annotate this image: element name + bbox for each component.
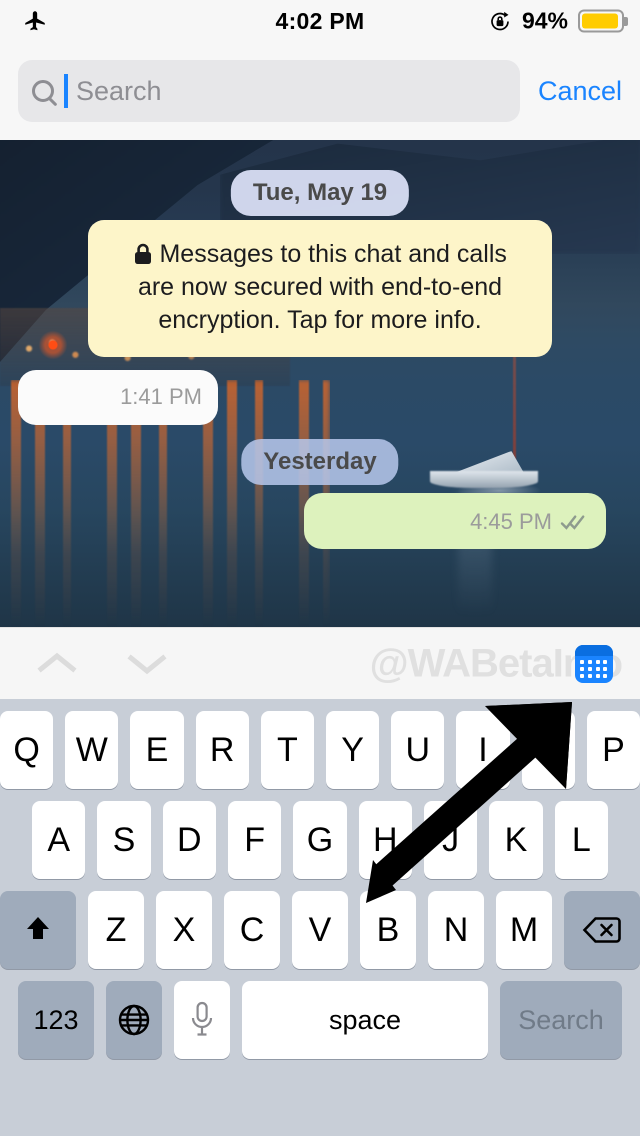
message-bubble-incoming[interactable]: 1:41 PM <box>18 370 218 425</box>
message-timestamp: 4:45 PM <box>470 509 552 534</box>
key-k[interactable]: K <box>489 801 543 879</box>
chat-conversation-area: Tue, May 19 Messages to this chat and ca… <box>0 140 640 627</box>
key-s[interactable]: S <box>97 801 151 879</box>
search-return-key[interactable]: Search <box>500 981 622 1059</box>
encryption-notice[interactable]: Messages to this chat and calls are now … <box>88 220 552 357</box>
calendar-icon[interactable] <box>575 644 613 683</box>
key-v[interactable]: V <box>292 891 348 969</box>
key-e[interactable]: E <box>130 711 184 789</box>
key-a[interactable]: A <box>32 801 86 879</box>
key-c[interactable]: C <box>224 891 280 969</box>
keyboard-row-2: ASDFGHJKL <box>0 801 640 879</box>
lock-icon <box>133 241 159 267</box>
key-x[interactable]: X <box>156 891 212 969</box>
key-i[interactable]: I <box>456 711 510 789</box>
read-receipt-double-check-icon <box>560 513 588 531</box>
cancel-button[interactable]: Cancel <box>534 76 622 107</box>
wallpaper-beacon-light <box>36 328 70 362</box>
key-f[interactable]: F <box>228 801 282 879</box>
keyboard-row-1: QWERTYUIOP <box>0 711 640 789</box>
key-p[interactable]: P <box>586 711 640 789</box>
key-r[interactable]: R <box>195 711 249 789</box>
key-q[interactable]: Q <box>0 711 54 789</box>
date-divider: Tue, May 19 <box>230 170 410 216</box>
key-l[interactable]: L <box>554 801 608 879</box>
rotation-lock-icon <box>488 9 512 33</box>
phone-screen: 4:02 PM 94% Search Cancel Tue, May 19 Me… <box>0 0 640 1136</box>
space-key[interactable]: space <box>242 981 488 1059</box>
numbers-key[interactable]: 123 <box>18 981 94 1059</box>
key-h[interactable]: H <box>358 801 412 879</box>
search-previous-result-button[interactable] <box>28 635 86 693</box>
key-y[interactable]: Y <box>326 711 380 789</box>
key-o[interactable]: O <box>521 711 575 789</box>
key-g[interactable]: G <box>293 801 347 879</box>
key-t[interactable]: T <box>260 711 314 789</box>
backspace-key[interactable] <box>564 891 640 969</box>
key-d[interactable]: D <box>162 801 216 879</box>
encryption-notice-text: Messages to this chat and calls are now … <box>137 240 507 334</box>
key-w[interactable]: W <box>65 711 119 789</box>
key-z[interactable]: Z <box>88 891 144 969</box>
key-m[interactable]: M <box>496 891 552 969</box>
keyboard-row-4: 123 space Search <box>0 981 640 1059</box>
text-cursor <box>64 74 68 108</box>
key-n[interactable]: N <box>428 891 484 969</box>
search-input[interactable]: Search <box>18 60 520 122</box>
key-u[interactable]: U <box>391 711 445 789</box>
search-placeholder: Search <box>76 75 162 106</box>
message-bubble-outgoing[interactable]: 4:45 PM <box>304 493 606 549</box>
status-bar-right: 94% <box>488 8 624 35</box>
key-j[interactable]: J <box>423 801 478 879</box>
globe-icon[interactable] <box>106 981 162 1059</box>
search-icon <box>32 80 54 102</box>
on-screen-keyboard: QWERTYUIOP ASDFGHJKL ZXCVBNM 123 space S… <box>0 699 640 1136</box>
search-bar: Search Cancel <box>0 42 640 140</box>
status-bar: 4:02 PM 94% <box>0 0 640 42</box>
shift-key[interactable] <box>0 891 76 969</box>
keyboard-row-3: ZXCVBNM <box>0 891 640 969</box>
battery-percent: 94% <box>521 7 568 34</box>
key-b[interactable]: B <box>360 891 416 969</box>
keyboard-accessory-toolbar: @WABetaInfo <box>0 627 640 699</box>
message-timestamp: 1:41 PM <box>120 384 202 409</box>
microphone-icon[interactable] <box>174 981 230 1059</box>
search-next-result-button[interactable] <box>118 635 176 693</box>
battery-icon <box>578 9 624 33</box>
date-divider: Yesterday <box>241 439 399 485</box>
